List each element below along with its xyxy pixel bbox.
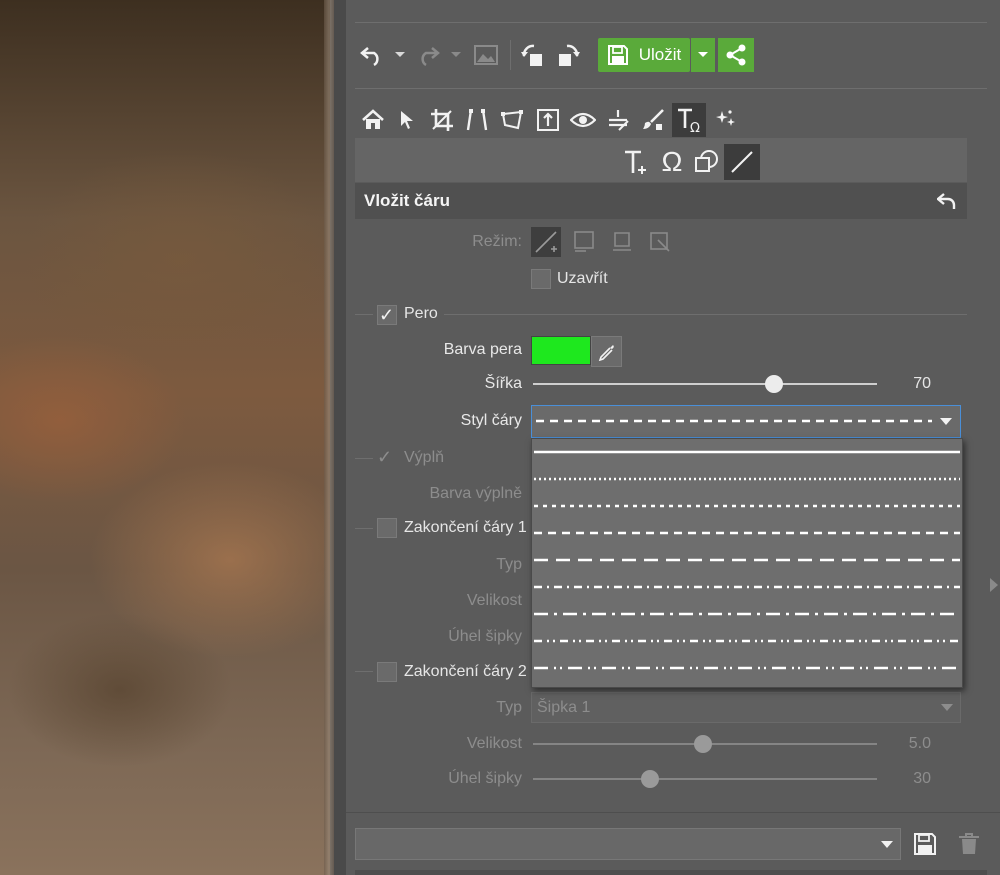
pen-width-value: 70 <box>913 375 931 392</box>
share-button[interactable] <box>718 38 754 72</box>
home-icon[interactable] <box>359 106 387 134</box>
end2-size-value: 5.0 <box>908 735 931 752</box>
photo-canvas[interactable] <box>0 0 330 875</box>
line-style-option[interactable] <box>532 655 962 682</box>
eyedropper-icon[interactable] <box>591 336 622 367</box>
line-style-dropdown <box>531 438 963 688</box>
redo-icon[interactable] <box>414 40 442 70</box>
mode-label: Režim: <box>472 233 522 250</box>
line-style-select[interactable] <box>531 405 961 438</box>
expand-panel-icon[interactable] <box>988 575 1000 595</box>
brush-icon[interactable] <box>639 106 667 134</box>
shape-icon[interactable] <box>692 146 722 178</box>
save-label: Uložit <box>638 45 682 64</box>
line-style-option[interactable] <box>532 628 962 655</box>
svg-text:Ω: Ω <box>690 121 700 134</box>
toolbar-separator <box>510 40 511 70</box>
rotate-right-icon[interactable] <box>553 40 583 70</box>
save-disk-icon <box>607 44 629 66</box>
end2-type-label: Typ <box>496 699 522 716</box>
end2-angle-label: Úhel šipky <box>448 770 522 787</box>
save-preset-icon[interactable] <box>910 829 940 859</box>
end1-type-label: Typ <box>496 556 522 573</box>
resize-icon[interactable] <box>534 106 562 134</box>
perspective-icon[interactable] <box>463 106 491 134</box>
mode-polygon-button <box>607 227 637 257</box>
pointer-icon[interactable] <box>395 106 419 134</box>
undo-history-chevron-icon[interactable] <box>392 46 408 64</box>
end1-angle-label: Úhel šipky <box>448 628 522 645</box>
line-style-option[interactable] <box>532 493 962 520</box>
end2-angle-value: 30 <box>913 770 931 787</box>
line-style-label: Styl čáry <box>460 412 522 429</box>
end2-type-select: Šipka 1 <box>531 692 961 723</box>
levels-icon[interactable] <box>604 106 632 134</box>
line-style-option[interactable] <box>532 547 962 574</box>
symbol-omega-icon[interactable]: Ω <box>656 146 688 178</box>
divider <box>355 88 987 89</box>
divider <box>346 812 1000 813</box>
chevron-down-icon <box>934 693 960 722</box>
fill-color-label: Barva výplně <box>429 485 523 502</box>
undo-icon[interactable] <box>358 40 386 70</box>
end1-size-label: Velikost <box>466 592 522 609</box>
pen-color-swatch[interactable] <box>531 336 591 365</box>
close-line-checkbox[interactable] <box>531 269 551 289</box>
close-line-label: Uzavřít <box>557 270 608 287</box>
line-style-option[interactable] <box>532 466 962 493</box>
end2-type-value: Šipka 1 <box>537 699 591 716</box>
line-icon[interactable] <box>724 144 760 180</box>
text-symbol-icon[interactable]: Ω <box>672 103 706 137</box>
chevron-down-icon <box>880 829 894 859</box>
mode-freehand-button <box>569 227 599 257</box>
pen-width-slider-handle[interactable] <box>764 375 783 393</box>
pen-label: Pero <box>404 305 438 322</box>
mode-line-button[interactable] <box>531 227 561 257</box>
add-text-icon[interactable] <box>620 146 652 178</box>
pen-checkbox[interactable]: ✓ <box>377 305 397 325</box>
line-style-option[interactable] <box>532 439 962 466</box>
line-end1-checkbox[interactable] <box>377 518 397 538</box>
redo-history-chevron-icon <box>448 46 464 64</box>
divider <box>444 314 967 315</box>
end2-size-label: Velikost <box>466 735 522 752</box>
delete-preset-icon <box>954 829 984 859</box>
divider <box>355 458 373 459</box>
checkmark-icon: ✓ <box>379 305 395 325</box>
preset-select[interactable] <box>355 828 901 860</box>
pen-width-label: Šířka <box>484 375 522 392</box>
chevron-down-icon <box>932 406 960 437</box>
effects-icon[interactable] <box>712 106 740 134</box>
save-button[interactable]: Uložit <box>598 38 690 72</box>
rotate-left-icon[interactable] <box>518 40 548 70</box>
divider <box>355 671 373 672</box>
end2-size-slider-handle <box>694 735 712 753</box>
line-end2-label: Zakončení čáry 2 <box>404 663 527 680</box>
pen-width-slider[interactable] <box>533 383 877 385</box>
image-icon <box>472 42 500 68</box>
line-end1-label: Zakončení čáry 1 <box>404 519 527 536</box>
transform-icon[interactable] <box>498 106 526 134</box>
pen-color-label: Barva pera <box>443 341 522 358</box>
end2-angle-slider <box>533 778 877 780</box>
back-arrow-icon[interactable] <box>934 189 960 213</box>
bottom-border <box>355 870 987 875</box>
fill-checkbox: ✓ <box>377 447 393 467</box>
line-style-option[interactable] <box>532 574 962 601</box>
eye-icon[interactable] <box>569 106 597 134</box>
end2-angle-slider-handle <box>641 770 659 788</box>
crop-icon[interactable] <box>428 106 456 134</box>
divider <box>355 528 373 529</box>
save-options-dropdown[interactable] <box>691 38 715 72</box>
divider <box>355 314 373 315</box>
share-icon <box>724 43 748 67</box>
section-title: Vložit čáru <box>364 191 450 210</box>
mode-curve-button <box>645 227 675 257</box>
divider <box>355 22 987 23</box>
line-end2-checkbox[interactable] <box>377 662 397 682</box>
line-style-option[interactable] <box>532 520 962 547</box>
line-style-option[interactable] <box>532 601 962 628</box>
fill-label: Výplň <box>404 449 445 466</box>
